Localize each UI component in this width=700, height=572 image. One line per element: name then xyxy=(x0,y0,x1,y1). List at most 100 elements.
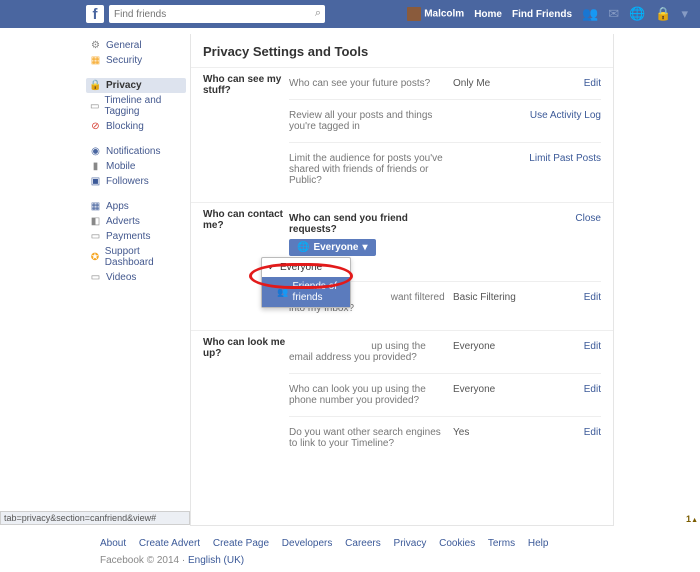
section-who-can-see: Who can see my stuff? Who can see your f… xyxy=(191,67,613,202)
user-name: Malcolm xyxy=(424,9,464,20)
settings-sidebar: ⚙ General ▦ Security 🔒 Privacy ▭ Timeline an… xyxy=(86,34,186,526)
section-body: Who can see your future posts? Only Me E… xyxy=(289,74,601,196)
audience-selector[interactable]: 🌐 Everyone ▾ xyxy=(289,239,376,256)
sidebar-item-privacy[interactable]: 🔒 Privacy xyxy=(86,78,186,93)
sidebar-item-adverts[interactable]: ◧ Adverts xyxy=(86,214,186,229)
mobile-icon: ▮ xyxy=(90,161,101,172)
footer-links: About Create Advert Create Page Develope… xyxy=(100,538,700,549)
section-who-can-contact: Who can contact me? Who can send you fri… xyxy=(191,202,613,330)
search-input[interactable] xyxy=(109,5,325,23)
check-icon: ✓ xyxy=(268,262,276,273)
user-menu[interactable]: Malcolm xyxy=(407,7,464,21)
page-title: Privacy Settings and Tools xyxy=(191,44,613,67)
section-who-can-look-me-up: Who can look me up? Who can look you up … xyxy=(191,330,613,465)
lock-icon: 🔒 xyxy=(90,80,101,91)
privacy-row: Do you want other search engines to link… xyxy=(289,423,601,459)
footer-link[interactable]: Privacy xyxy=(394,538,427,549)
browser-status-bar: tab=privacy&section=canfriend&view# xyxy=(0,511,190,525)
sidebar-item-label: Timeline and Tagging xyxy=(104,95,182,117)
page-footer: About Create Advert Create Page Develope… xyxy=(0,526,700,572)
sidebar-item-label: Notifications xyxy=(106,146,160,157)
edit-link[interactable]: Edit xyxy=(584,78,601,89)
sidebar-item-mobile[interactable]: ▮ Mobile xyxy=(86,159,186,174)
row-desc: Limit the audience for posts you've shar… xyxy=(289,153,447,186)
top-bar: f ⌕ Malcolm Home Find Friends 👥 ✉ 🌐 🔒 ▾ xyxy=(0,0,700,28)
language-link[interactable]: English (UK) xyxy=(188,555,244,566)
row-value: Yes xyxy=(453,427,523,438)
footer-link[interactable]: Developers xyxy=(282,538,333,549)
dropdown-option-everyone[interactable]: ✓ Everyone xyxy=(262,258,350,277)
footer-link[interactable]: Create Page xyxy=(213,538,269,549)
apps-icon: ▦ xyxy=(90,201,101,212)
row-value: Basic Filtering xyxy=(453,292,523,303)
search-icon[interactable]: ⌕ xyxy=(315,7,321,20)
sidebar-item-label: Videos xyxy=(106,272,136,283)
footer-link[interactable]: Cookies xyxy=(439,538,475,549)
footer-link[interactable]: Help xyxy=(528,538,549,549)
row-desc: Who can look you up using the email addr… xyxy=(289,341,447,363)
sidebar-item-label: Privacy xyxy=(106,80,142,91)
facebook-logo[interactable]: f xyxy=(86,5,104,23)
privacy-row: Limit the audience for posts you've shar… xyxy=(289,149,601,196)
people-icon: 👥 xyxy=(277,287,288,298)
close-link[interactable]: Close xyxy=(575,213,601,224)
footer-link[interactable]: Terms xyxy=(488,538,515,549)
footer-link[interactable]: Careers xyxy=(345,538,381,549)
option-label: Friends of friends xyxy=(293,281,344,303)
content-panel: Privacy Settings and Tools Who can see m… xyxy=(190,34,614,526)
friend-requests-icon[interactable]: 👥 xyxy=(582,6,598,22)
row-desc: Who can look you up using the phone numb… xyxy=(289,384,447,406)
privacy-row: Who can look you up using the email addr… xyxy=(289,337,601,373)
find-friends-link[interactable]: Find Friends xyxy=(512,9,572,20)
notifications-icon[interactable]: 🌐 xyxy=(629,6,645,22)
adverts-icon: ◧ xyxy=(90,216,101,227)
settings-menu-icon[interactable]: ▾ xyxy=(681,6,688,22)
sidebar-item-label: Support Dashboard xyxy=(105,246,182,268)
sidebar-item-payments[interactable]: ▭ Payments xyxy=(86,229,186,244)
sidebar-item-label: Followers xyxy=(106,176,149,187)
sidebar-item-videos[interactable]: ▭ Videos xyxy=(86,270,186,285)
sidebar-item-label: Security xyxy=(106,55,142,66)
activity-log-link[interactable]: Use Activity Log xyxy=(530,110,601,121)
home-link[interactable]: Home xyxy=(474,9,502,20)
page-body: ⚙ General ▦ Security 🔒 Privacy ▭ Timeline an… xyxy=(0,28,700,526)
globe-icon: 🌐 xyxy=(297,242,309,253)
sidebar-item-apps[interactable]: ▦Apps xyxy=(86,199,186,214)
shield-icon: ▦ xyxy=(90,55,101,66)
dropdown-option-friends-of-friends[interactable]: 👥 Friends of friends xyxy=(262,277,350,307)
section-body: Who can send you friend requests? Close … xyxy=(289,209,601,324)
sidebar-item-notifications[interactable]: ◉Notifications xyxy=(86,144,186,159)
edit-link[interactable]: Edit xyxy=(584,292,601,303)
edit-link[interactable]: Edit xyxy=(584,341,601,352)
option-label: Everyone xyxy=(280,262,322,273)
sidebar-item-security[interactable]: ▦ Security xyxy=(86,53,186,68)
sidebar-item-general[interactable]: ⚙ General xyxy=(86,38,186,53)
edit-link[interactable]: Edit xyxy=(584,427,601,438)
section-label: Who can look me up? xyxy=(203,337,289,459)
row-value: Everyone xyxy=(453,384,523,395)
tag-icon: ▭ xyxy=(90,101,99,112)
sidebar-item-support[interactable]: ✪Support Dashboard xyxy=(86,244,186,270)
sidebar-group: 🔒 Privacy ▭ Timeline and Tagging ⊘Blocking xyxy=(86,78,186,134)
sidebar-item-label: Payments xyxy=(106,231,150,242)
audience-label: Everyone xyxy=(313,242,358,253)
privacy-row: Review all your posts and things you're … xyxy=(289,106,601,142)
edit-link[interactable]: Edit xyxy=(584,384,601,395)
footer-link[interactable]: About xyxy=(100,538,126,549)
sidebar-item-followers[interactable]: ▣Followers xyxy=(86,174,186,189)
privacy-row: Who can look you up using the phone numb… xyxy=(289,380,601,416)
sidebar-item-label: Mobile xyxy=(106,161,135,172)
gear-icon: ⚙ xyxy=(90,40,101,51)
videos-icon: ▭ xyxy=(90,272,101,283)
sidebar-item-timeline[interactable]: ▭ Timeline and Tagging xyxy=(86,93,186,119)
privacy-row-expanded: Who can send you friend requests? Close xyxy=(289,209,601,237)
limit-posts-link[interactable]: Limit Past Posts xyxy=(529,153,601,164)
sidebar-item-blocking[interactable]: ⊘Blocking xyxy=(86,119,186,134)
payments-icon: ▭ xyxy=(90,231,101,242)
sidebar-item-label: Adverts xyxy=(106,216,140,227)
privacy-shortcuts-icon[interactable]: 🔒 xyxy=(655,6,671,22)
footer-link[interactable]: Create Advert xyxy=(139,538,200,549)
messages-icon[interactable]: ✉ xyxy=(608,6,619,22)
sidebar-item-label: General xyxy=(106,40,142,51)
row-value: Everyone xyxy=(453,341,523,352)
